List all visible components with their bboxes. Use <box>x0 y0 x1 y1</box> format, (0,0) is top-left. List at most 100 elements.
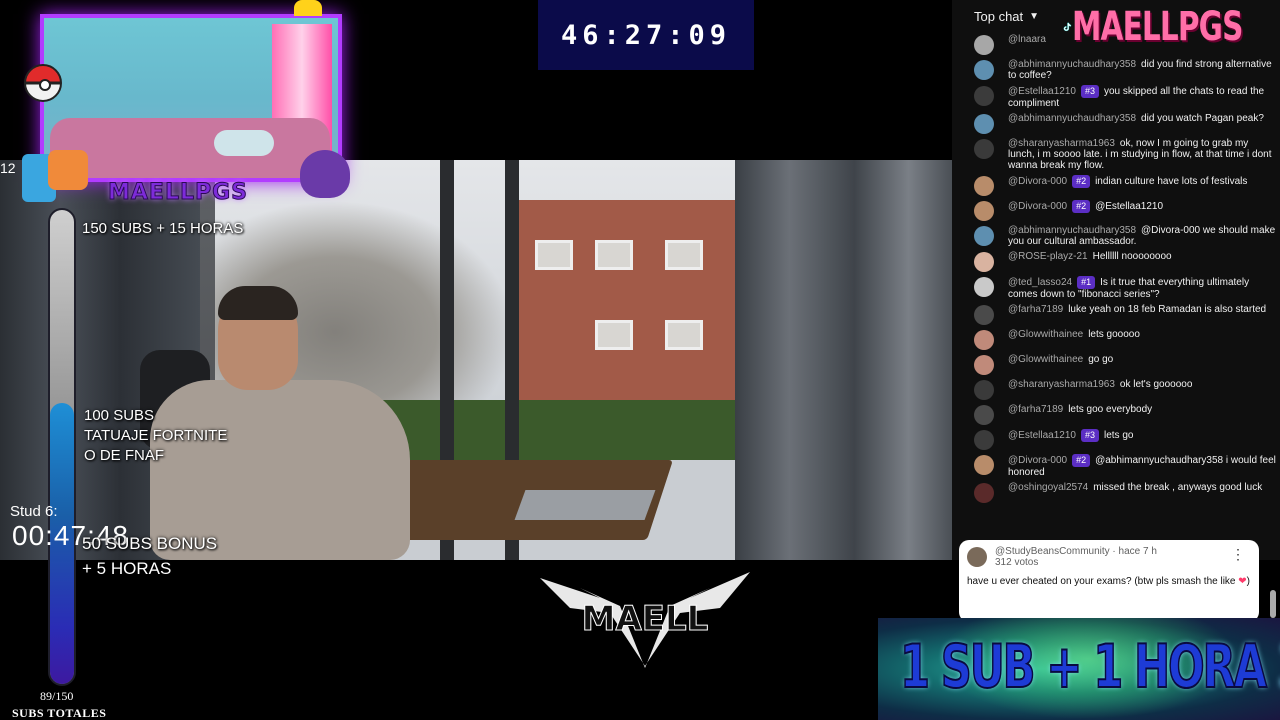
avatar[interactable] <box>974 305 994 325</box>
avatar[interactable] <box>974 139 994 159</box>
avatar[interactable] <box>974 455 994 475</box>
chat-username[interactable]: @lnaara <box>1008 34 1046 45</box>
chat-text: @Estellaa1210 <box>1095 201 1164 212</box>
chat-username[interactable]: @farha7189 <box>1008 404 1063 415</box>
chat-message[interactable]: @farha7189 luke yeah on 18 feb Ramadan is… <box>952 302 1280 327</box>
chat-scrollbar[interactable] <box>1270 590 1276 618</box>
curtain-right <box>735 160 952 560</box>
tiktok-icon <box>1063 22 1072 32</box>
chat-username[interactable]: @ROSE-playz-21 <box>1008 251 1088 262</box>
chat-message[interactable]: @sharanyasharma1963 ok let's goooooo <box>952 377 1280 402</box>
chat-username[interactable]: @farha7189 <box>1008 304 1063 315</box>
avatar[interactable] <box>974 201 994 221</box>
chat-message[interactable]: @oshingoyal2574 missed the break , anyway… <box>952 480 1280 505</box>
goal-50-line2: + 5 HORAS <box>82 559 172 578</box>
chat-text: ok let's goooooo <box>1119 379 1193 390</box>
chat-message[interactable]: @Estellaa1210 #3 lets go <box>952 427 1280 452</box>
live-chat[interactable]: Top chat ▼ @lnaara @abhimannyuchaudhary35… <box>952 0 1280 560</box>
chat-username[interactable]: @ted_lasso24 <box>1008 277 1072 288</box>
crown-badge: #2 <box>1072 200 1091 213</box>
chat-message[interactable]: @Divora-000 #2 @abhimannyuchaudhary358 i w… <box>952 452 1280 480</box>
avatar[interactable] <box>974 277 994 297</box>
chevron-down-icon: ▼ <box>1029 10 1040 22</box>
avatar[interactable] <box>974 405 994 425</box>
chat-text: Hellllll noooooooo <box>1092 251 1172 262</box>
chat-username[interactable]: @Estellaa1210 <box>1008 86 1076 97</box>
chat-text: lets goo everybody <box>1068 404 1153 415</box>
chat-message[interactable]: @abhimannyuchaudhary358 @Divora-000 we sh… <box>952 223 1280 249</box>
heart-icon: ❤ <box>1238 576 1247 587</box>
left-number: 12 <box>0 160 16 176</box>
gengar-sprite-icon <box>300 150 350 198</box>
chat-username[interactable]: @Divora-000 <box>1008 201 1067 212</box>
crown-badge: #3 <box>1080 429 1099 442</box>
chat-message[interactable]: @abhimannyuchaudhary358 did you watch Pag… <box>952 111 1280 136</box>
avatar[interactable] <box>974 176 994 196</box>
chat-username[interactable]: @Estellaa1210 <box>1008 430 1076 441</box>
chat-text: lets gooooo <box>1088 329 1140 340</box>
sub-goal-bar <box>48 208 76 686</box>
chat-message[interactable]: @Divora-000 #2 @Estellaa1210 <box>952 198 1280 223</box>
avatar[interactable] <box>974 430 994 450</box>
poll-votes: 312 votos <box>995 557 1039 568</box>
poll-time: hace 7 h <box>1118 546 1157 557</box>
chat-message[interactable]: @sharanyasharma1963 ok, now I m going to … <box>952 136 1280 173</box>
laptop <box>514 490 656 520</box>
poll-author[interactable]: @StudyBeansCommunity <box>995 546 1110 557</box>
pikachu-sprite-icon <box>294 0 322 16</box>
chat-username[interactable]: @Divora-000 <box>1008 455 1067 466</box>
avatar[interactable] <box>974 330 994 350</box>
crown-badge: #3 <box>1080 85 1099 98</box>
goal-150-label: 150 SUBS + 15 HORAS <box>82 220 244 237</box>
chat-username[interactable]: @oshingoyal2574 <box>1008 482 1088 493</box>
chat-message[interactable]: @farha7189 lets goo everybody <box>952 402 1280 427</box>
avatar[interactable] <box>974 380 994 400</box>
crown-badge: #1 <box>1077 276 1096 289</box>
avatar[interactable] <box>974 114 994 134</box>
sub-total-label: SUBS TOTALES <box>12 706 107 720</box>
streamer <box>110 286 430 560</box>
logo-text: MAELL <box>582 599 709 639</box>
chat-message[interactable]: @ted_lasso24 #1 Is it true that everything… <box>952 274 1280 302</box>
avatar <box>967 547 987 567</box>
promo-text: 1 SUB + 1 HORA 30 <box>899 631 1280 703</box>
chat-username[interactable]: @abhimannyuchaudhary358 <box>1008 113 1136 124</box>
chat-username[interactable]: @abhimannyuchaudhary358 <box>1008 59 1136 70</box>
chat-username[interactable]: @Glowwithainee <box>1008 329 1083 340</box>
chat-filter-label: Top chat <box>974 8 1024 24</box>
avatar[interactable] <box>974 60 994 80</box>
more-options-icon[interactable]: ⋮ <box>1231 546 1245 563</box>
promo-banner: 1 SUB + 1 HORA 30 <box>878 618 1280 720</box>
chat-username[interactable]: @Glowwithainee <box>1008 354 1083 365</box>
chat-text: luke yeah on 18 feb Ramadan is also star… <box>1068 304 1267 315</box>
goal-50-line1: 50 SUBS BONUS <box>82 534 218 553</box>
chat-message[interactable]: @Glowwithainee go go <box>952 352 1280 377</box>
avatar[interactable] <box>974 252 994 272</box>
fox-sprite-icon <box>48 150 88 190</box>
chat-message-list[interactable]: @lnaara @abhimannyuchaudhary358 did you fi… <box>952 32 1280 505</box>
chat-text: did you watch Pagan peak? <box>1141 113 1264 124</box>
avatar[interactable] <box>974 355 994 375</box>
avatar[interactable] <box>974 35 994 55</box>
chat-message[interactable]: @Glowwithainee lets gooooo <box>952 327 1280 352</box>
chat-message[interactable]: @Estellaa1210 #3 you skipped all the chats… <box>952 83 1280 111</box>
chat-username[interactable]: @sharanyasharma1963 <box>1008 379 1115 390</box>
chat-message[interactable]: @abhimannyuchaudhary358 did you find stro… <box>952 57 1280 83</box>
avatar[interactable] <box>974 86 994 106</box>
chat-message[interactable]: @Divora-000 #2 indian culture have lots of… <box>952 173 1280 198</box>
chat-message[interactable]: @ROSE-playz-21 Hellllll noooooooo <box>952 249 1280 274</box>
chat-username[interactable]: @abhimannyuchaudhary358 <box>1008 225 1136 236</box>
chat-username[interactable]: @Divora-000 <box>1008 176 1067 187</box>
chat-text: go go <box>1088 354 1114 365</box>
goal-100-line3: O DE FNAF <box>84 447 165 464</box>
avatar[interactable] <box>974 483 994 503</box>
tiktok-name: MAELLPGS <box>1072 4 1243 50</box>
chat-text: missed the break , anyways good luck <box>1093 482 1263 493</box>
crown-badge: #2 <box>1072 454 1091 467</box>
tiktok-handle: MAELLPGS <box>1062 2 1280 52</box>
maell-logo: MAELL <box>540 572 750 668</box>
avatar[interactable] <box>974 226 994 246</box>
pokeball-icon <box>24 64 62 102</box>
chat-username[interactable]: @sharanyasharma1963 <box>1008 138 1115 149</box>
chat-poll-card[interactable]: @StudyBeansCommunity · hace 7 h 312 voto… <box>959 540 1259 622</box>
